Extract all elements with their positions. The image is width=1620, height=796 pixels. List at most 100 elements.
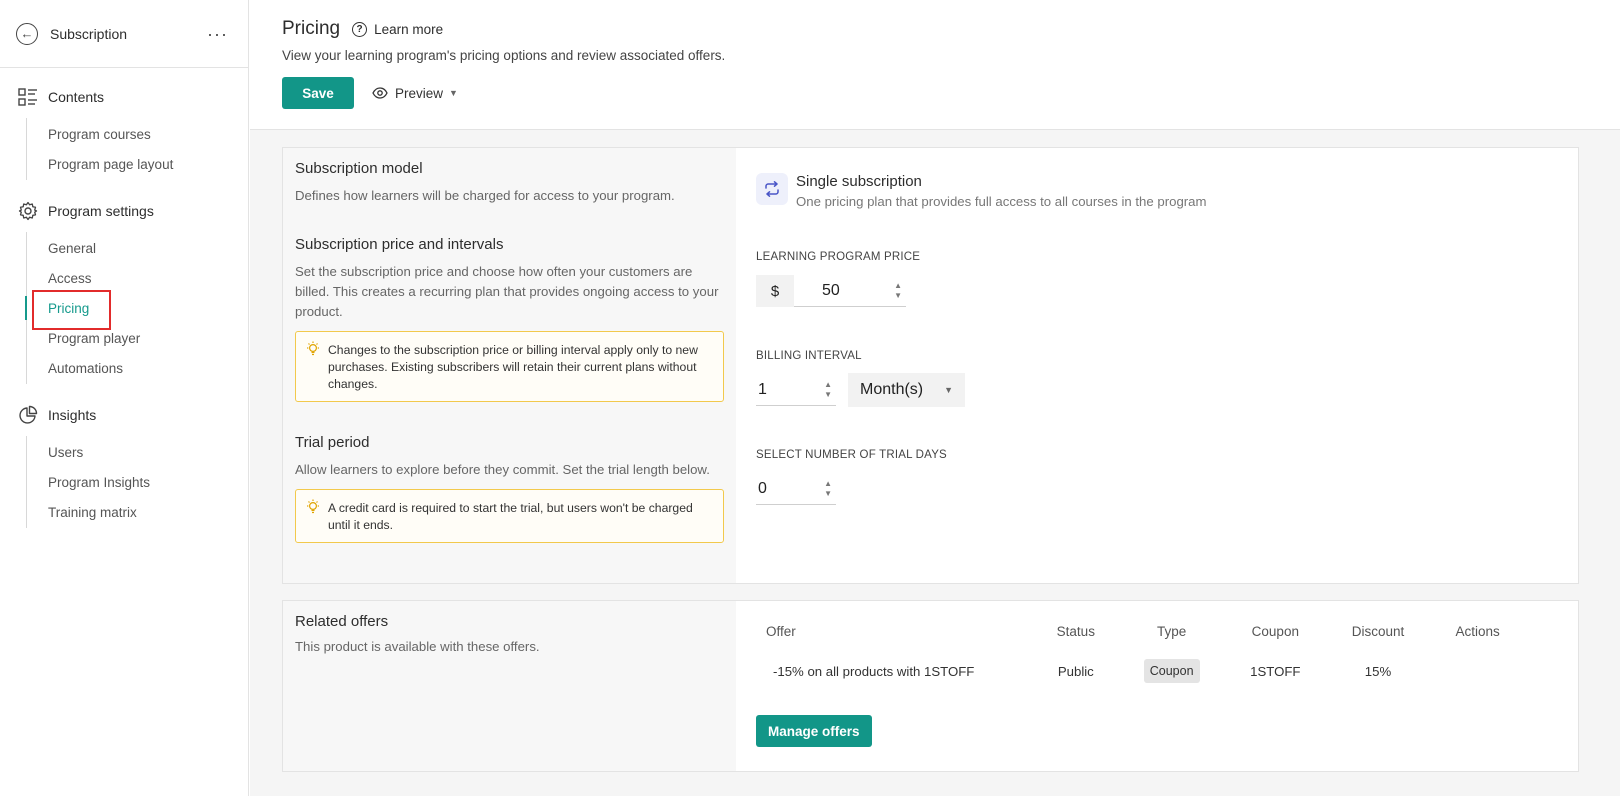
offer-actions [1429,645,1526,697]
sidebar-item-program-page-layout[interactable]: Program page layout [27,149,248,179]
price-stepper[interactable]: ▲ ▼ [894,281,902,301]
price-notice-text: Changes to the subscription price or bil… [328,343,698,391]
price-value: 50 [822,281,840,299]
sidebar-items-contents: Program courses Program page layout [26,118,248,180]
sidebar-item-program-courses[interactable]: Program courses [27,119,248,149]
column-header-coupon: Coupon [1251,623,1299,639]
trial-field-label: SELECT NUMBER OF TRIAL DAYS [756,449,947,461]
list-icon [17,86,39,108]
currency-symbol: $ [756,275,794,307]
subscription-panel: Subscription model Defines how learners … [282,147,1579,584]
sidebar-item-users[interactable]: Users [27,437,248,467]
chevron-down-icon: ▼ [449,88,458,98]
sidebar-item-access[interactable]: Access [27,263,248,293]
sidebar-item-training-matrix[interactable]: Training matrix [27,497,248,527]
eye-icon [372,87,388,99]
sidebar-item-program-player[interactable]: Program player [27,323,248,353]
preview-dropdown[interactable]: Preview ▼ [372,86,458,101]
subscription-price-title: Subscription price and intervals [295,236,504,253]
stepper-down-icon[interactable]: ▼ [824,390,832,400]
lightbulb-icon [307,341,319,356]
column-header-actions: Actions [1455,623,1500,639]
selected-model-desc: One pricing plan that provides full acce… [796,194,1207,209]
subscription-panel-controls: Single subscription One pricing plan tha… [736,148,1578,583]
offers-table-header: Offer Status Type Coupon Discount Action… [756,617,1526,645]
sidebar-group-header-contents[interactable]: Contents [0,82,248,112]
learn-more-link[interactable]: Learn more [374,22,443,37]
offer-status: Public [1057,663,1094,679]
interval-field-label: BILLING INTERVAL [756,350,862,362]
stepper-down-icon[interactable]: ▼ [824,489,832,499]
column-header-discount: Discount [1351,623,1405,639]
related-offers-content: Offer Status Type Coupon Discount Action… [736,601,1578,771]
header-actions: Save Preview ▼ [282,77,1620,109]
pie-chart-icon [17,404,39,426]
sidebar-item-program-insights[interactable]: Program Insights [27,467,248,497]
sidebar-group-program-settings: Program settings General Access Pricing … [0,196,248,384]
subscription-model-desc: Defines how learners will be charged for… [295,188,675,203]
sidebar-item-automations[interactable]: Automations [27,353,248,383]
interval-field: 1 ▲ ▼ Month(s) ▼ [756,373,965,407]
sidebar-item-general[interactable]: General [27,233,248,263]
stepper-up-icon[interactable]: ▲ [824,380,832,390]
stepper-up-icon[interactable]: ▲ [894,281,902,291]
column-header-offer: Offer [766,623,796,639]
sidebar-group-insights: Insights Users Program Insights Training… [0,400,248,528]
help-circle-icon[interactable]: ? [352,21,368,37]
subscription-model-option[interactable]: Single subscription One pricing plan tha… [756,173,1558,209]
page-header: Pricing ? Learn more View your learning … [250,0,1620,130]
manage-offers-button[interactable]: Manage offers [756,715,872,747]
offer-type-badge: Coupon [1143,659,1200,683]
interval-input[interactable]: 1 ▲ ▼ [756,374,836,406]
price-field: $ 50 ▲ ▼ [756,275,906,307]
save-button[interactable]: Save [282,77,354,109]
offers-table: Offer Status Type Coupon Discount Action… [756,617,1526,697]
trial-period-title: Trial period [295,434,370,451]
stepper-up-icon[interactable]: ▲ [824,479,832,489]
back-arrow-icon[interactable]: ← [16,22,38,45]
table-row: -15% on all products with 1STOFF Public … [756,645,1526,697]
sidebar-item-pricing[interactable]: Pricing [25,293,248,323]
lightbulb-icon [307,499,319,514]
trial-stepper[interactable]: ▲ ▼ [824,479,832,499]
trial-notice: A credit card is required to start the t… [295,489,724,543]
sidebar-group-header-program-settings[interactable]: Program settings [0,196,248,226]
subscription-model-title: Subscription model [295,160,423,177]
sidebar-title: Subscription [50,25,128,42]
price-field-label: LEARNING PROGRAM PRICE [756,251,921,263]
sidebar-group-contents: Contents Program courses Program page la… [0,82,248,180]
trial-days-value: 0 [758,479,767,497]
trial-notice-text: A credit card is required to start the t… [328,501,693,532]
more-options-icon[interactable]: ··· [207,25,228,43]
sidebar: ← Subscription ··· Contents Program cour… [0,0,249,796]
price-input[interactable]: 50 ▲ ▼ [794,275,906,307]
offer-discount: 15% [1364,663,1392,679]
main-content: Pricing ? Learn more View your learning … [250,0,1620,796]
sidebar-items-insights: Users Program Insights Training matrix [26,436,248,528]
gear-icon [17,200,39,222]
page-title: Pricing [282,18,341,39]
preview-label: Preview [395,85,444,101]
subscription-price-desc: Set the subscription price and choose ho… [295,264,719,319]
trial-days-input[interactable]: 0 ▲ ▼ [756,473,836,505]
related-offers-desc: This product is available with these off… [295,639,540,654]
sidebar-items-program-settings: General Access Pricing Program player Au… [25,232,248,384]
related-offers-panel: Related offers This product is available… [282,600,1579,772]
sidebar-group-header-insights[interactable]: Insights [0,400,248,430]
interval-unit-value: Month(s) [860,381,924,398]
related-offers-title: Related offers [295,613,389,630]
price-notice: Changes to the subscription price or bil… [295,331,724,402]
interval-value: 1 [758,380,767,398]
column-header-status: Status [1056,623,1095,639]
trial-period-desc: Allow learners to explore before they co… [295,462,710,477]
offer-name: -15% on all products with 1STOFF [773,663,975,679]
column-header-type: Type [1156,623,1187,639]
selected-model-title: Single subscription [796,173,922,190]
interval-unit-select[interactable]: Month(s) ▼ [848,373,965,407]
related-offers-description: Related offers This product is available… [283,601,736,771]
subscription-model-text: Single subscription One pricing plan tha… [796,173,1207,209]
interval-stepper[interactable]: ▲ ▼ [824,380,832,400]
sidebar-group-label: Insights [48,407,97,423]
stepper-down-icon[interactable]: ▼ [894,291,902,301]
subscription-panel-descriptions: Subscription model Defines how learners … [283,148,736,583]
